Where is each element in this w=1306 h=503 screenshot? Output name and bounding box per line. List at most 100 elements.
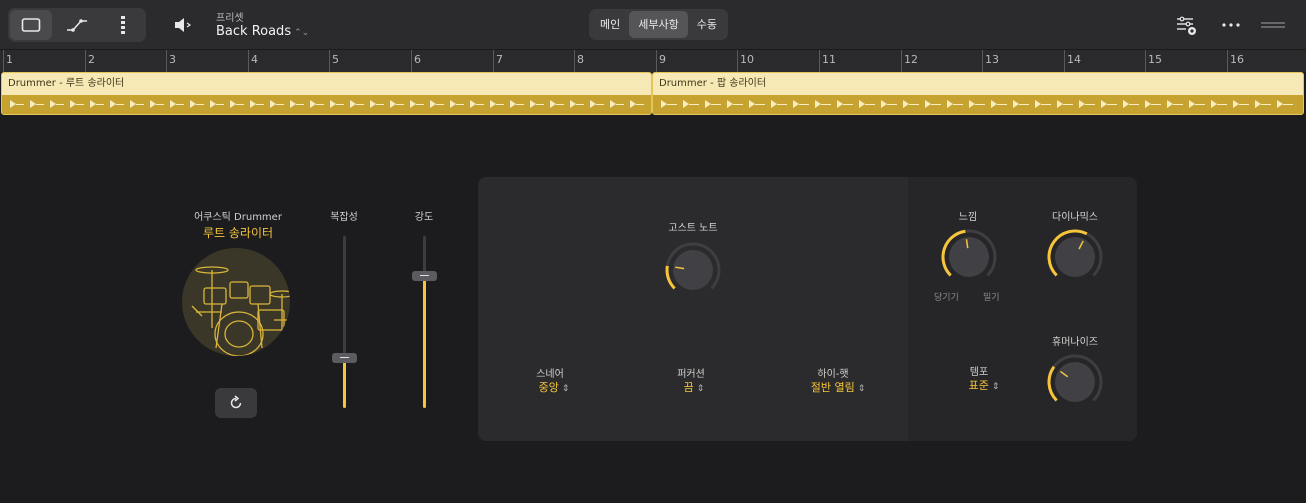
regenerate-button[interactable] — [215, 388, 257, 418]
drum-hit-line — [216, 104, 224, 105]
drum-hit-line — [556, 104, 564, 105]
region-header: Drummer - 루트 송라이터 — [2, 73, 651, 95]
tab-main[interactable]: 메인 — [591, 11, 629, 38]
drummer-region-2[interactable]: Drummer - 팝 송라이터 — [652, 72, 1304, 115]
drum-hit-line — [156, 104, 164, 105]
drum-hit-line — [1195, 104, 1205, 105]
ruler-bar-label: 11 — [822, 53, 836, 66]
drum-hit-line — [36, 104, 44, 105]
drum-hit-line — [196, 104, 204, 105]
drum-hit-line — [296, 104, 304, 105]
loudness-slider-fill — [423, 276, 426, 408]
automation-button[interactable] — [54, 8, 100, 42]
more-icon — [1222, 23, 1240, 27]
view-tabs: 메인 세부사항 수동 — [589, 9, 728, 40]
drummer-name[interactable]: 루트 송라이터 — [188, 224, 288, 241]
drum-hit-line — [176, 104, 184, 105]
drum-hit-line — [865, 104, 875, 105]
ruler-tick — [1227, 50, 1228, 72]
drum-hit-line — [1019, 104, 1029, 105]
complexity-slider[interactable] — [332, 236, 357, 408]
region-title: Drummer - 루트 송라이터 — [8, 78, 125, 89]
details-panel: 고스트 노트 느낌 당기기 밀기 다이나믹스 휴머나이즈 스네어 중앙 ⇕ 퍼커션… — [478, 177, 1137, 441]
loudness-label: 강도 — [414, 212, 434, 223]
loudness-slider[interactable] — [412, 236, 437, 408]
ruler-bar-label: 2 — [88, 53, 95, 66]
rectangle-view-icon — [21, 18, 41, 32]
complexity-label: 복잡성 — [330, 212, 358, 223]
drum-kit-image[interactable] — [182, 248, 290, 356]
drum-hit-line — [116, 104, 124, 105]
region-notes — [2, 95, 651, 114]
hihat-selector[interactable]: 절반 열림 ⇕ — [788, 379, 888, 395]
drum-hit-line — [1041, 104, 1051, 105]
ruler-tick — [819, 50, 820, 72]
tempo-selector[interactable]: 표준 ⇕ — [934, 377, 1034, 393]
drum-hit-line — [456, 104, 464, 105]
drum-hit-line — [76, 104, 84, 105]
mixer-settings-icon — [1177, 16, 1196, 35]
dynamics-knob[interactable] — [1046, 228, 1104, 286]
region-header: Drummer - 팝 송라이터 — [653, 73, 1303, 95]
hihat-value: 절반 열림 — [810, 381, 855, 394]
drum-hit-line — [1151, 104, 1161, 105]
drum-hit-line — [953, 104, 963, 105]
more-button[interactable] — [1218, 12, 1244, 38]
ruler-tick — [248, 50, 249, 72]
snare-selector[interactable]: 중앙 ⇕ — [504, 379, 604, 395]
drum-hit-line — [16, 104, 24, 105]
tab-manual[interactable]: 수동 — [688, 11, 726, 38]
drum-hit-line — [236, 104, 244, 105]
ruler-bar-label: 12 — [904, 53, 918, 66]
ruler-bar-label: 14 — [1067, 53, 1081, 66]
speaker-button[interactable] — [172, 14, 194, 36]
drum-hit-line — [416, 104, 424, 105]
chevron-updown-icon: ⌃⌄ — [294, 28, 310, 38]
drum-hit-line — [96, 104, 104, 105]
drummer-editor: 어쿠스틱 Drummer 루트 송라이터 복잡성 강도 고스트 노트 느낌 당기… — [0, 116, 1306, 503]
tempo-title: 템포 — [969, 367, 989, 378]
drum-hit-line — [356, 104, 364, 105]
drum-hit-line — [576, 104, 584, 105]
tab-details[interactable]: 세부사항 — [629, 11, 688, 38]
rectangle-view-button[interactable] — [10, 10, 52, 40]
drum-lane-icon — [121, 16, 125, 34]
chevron-updown-icon: ⇕ — [857, 384, 866, 394]
drum-hit-line — [843, 104, 853, 105]
drum-hit-line — [733, 104, 743, 105]
percussion-title: 퍼커션 — [677, 369, 705, 380]
drum-hit-line — [56, 104, 64, 105]
drum-hit-line — [436, 104, 444, 105]
chevron-updown-icon: ⇕ — [991, 382, 1000, 392]
snare-value: 중앙 — [538, 381, 559, 394]
drum-lane-button[interactable] — [100, 8, 146, 42]
ruler-tick — [329, 50, 330, 72]
loudness-slider-thumb[interactable] — [412, 271, 437, 281]
hihat-title: 하이-햇 — [817, 369, 849, 380]
toolbar: 프리셋 Back Roads ⌃⌄ 메인 세부사항 수동 — [0, 0, 1306, 50]
kit-title: 어쿠스틱 Drummer — [194, 212, 282, 223]
drummer-region-1[interactable]: Drummer - 루트 송라이터 — [1, 72, 652, 115]
preset-name: Back Roads — [216, 24, 292, 39]
timeline-ruler[interactable]: 1 2 3 4 5 6 7 8 9 10 11 12 13 14 15 16 — [0, 50, 1306, 72]
ruler-bar-label: 15 — [1148, 53, 1162, 66]
feel-knob[interactable] — [940, 228, 998, 286]
drum-hit-line — [496, 104, 504, 105]
chevron-updown-icon: ⇕ — [561, 384, 570, 394]
drum-hit-line — [256, 104, 264, 105]
drum-hit-line — [1063, 104, 1073, 105]
preset-selector[interactable]: Back Roads ⌃⌄ — [216, 24, 309, 39]
ghost-notes-knob[interactable] — [664, 241, 722, 299]
preset-label: 프리셋 — [216, 13, 244, 24]
drum-hit-line — [1173, 104, 1183, 105]
humanize-knob[interactable] — [1046, 353, 1104, 411]
drum-hit-line — [799, 104, 809, 105]
complexity-slider-thumb[interactable] — [332, 353, 357, 363]
drum-hit-line — [887, 104, 897, 105]
drum-hit-line — [931, 104, 941, 105]
drag-handle[interactable] — [1260, 12, 1286, 38]
ruler-bar-label: 7 — [496, 53, 503, 66]
mixer-settings-button[interactable] — [1173, 12, 1199, 38]
ruler-tick — [656, 50, 657, 72]
percussion-selector[interactable]: 끔 ⇕ — [644, 379, 744, 395]
